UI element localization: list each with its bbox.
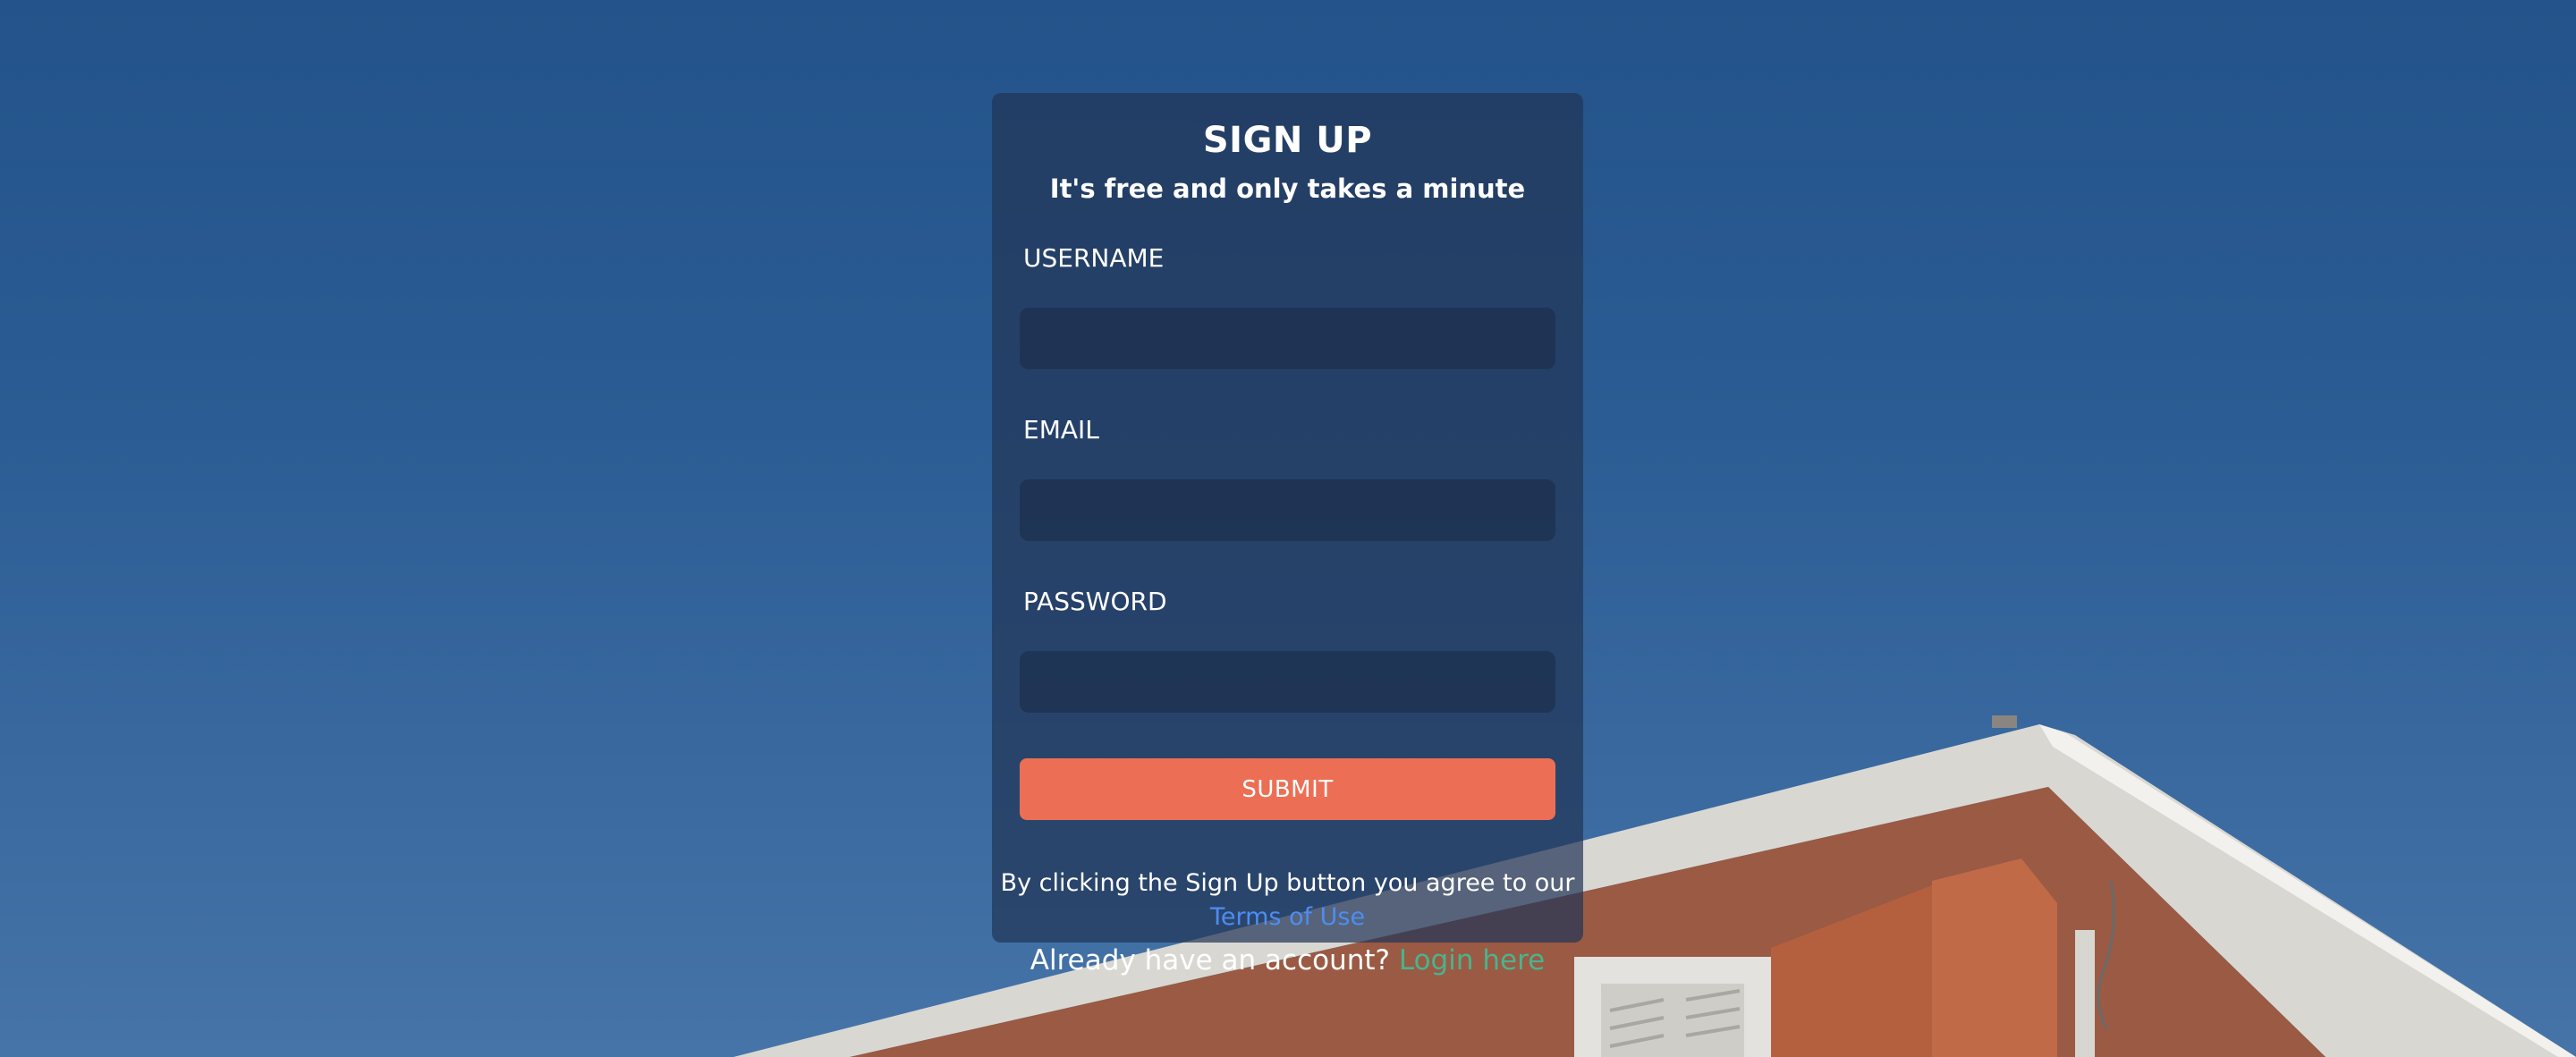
form-subtitle: It's free and only takes a minute — [1049, 173, 1526, 204]
form-title: SIGN UP — [1202, 120, 1373, 161]
email-input[interactable] — [1020, 479, 1555, 541]
login-prompt: Already have an account? Login here — [992, 944, 1583, 977]
password-input[interactable] — [1020, 651, 1555, 713]
signup-card: SIGN UP It's free and only takes a minut… — [992, 93, 1583, 943]
agree-text: By clicking the Sign Up button you agree… — [1000, 869, 1575, 897]
email-label: EMAIL — [1023, 415, 1099, 444]
account-text: Already have an account? — [1030, 944, 1390, 977]
terms-agreement: By clicking the Sign Up button you agree… — [992, 867, 1583, 934]
username-label: USERNAME — [1023, 243, 1165, 273]
username-input[interactable] — [1020, 308, 1555, 369]
login-link[interactable]: Login here — [1399, 944, 1545, 977]
password-label: PASSWORD — [1023, 587, 1167, 616]
page-background: SIGN UP It's free and only takes a minut… — [0, 0, 2576, 1057]
terms-of-use-link[interactable]: Terms of Use — [1210, 903, 1365, 931]
submit-button[interactable]: SUBMIT — [1020, 758, 1555, 820]
